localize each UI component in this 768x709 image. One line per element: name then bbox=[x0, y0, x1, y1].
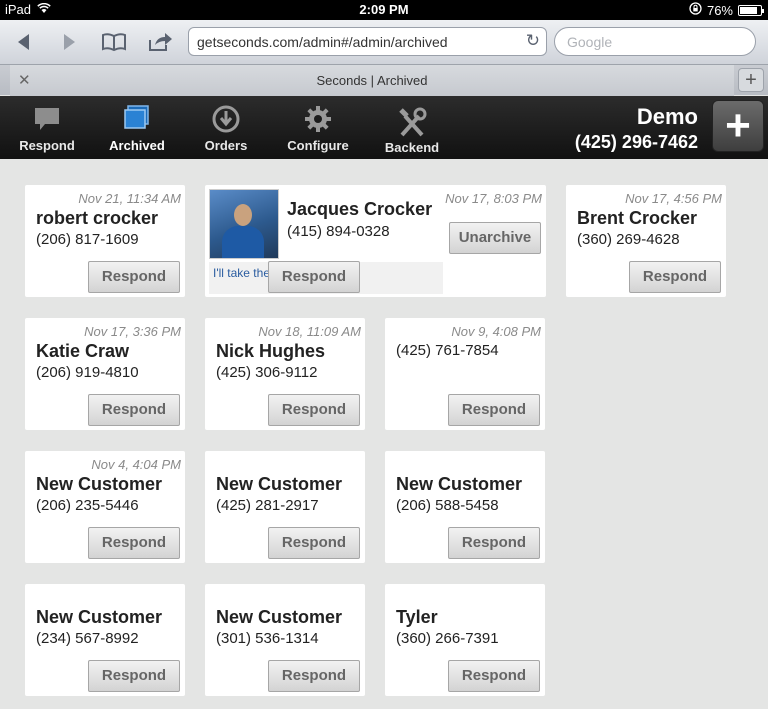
card-name: New Customer bbox=[216, 474, 343, 494]
customer-card[interactable]: Nov 18, 11:09 AM Nick Hughes (425) 306-9… bbox=[205, 318, 365, 430]
respond-button[interactable]: Respond bbox=[88, 660, 180, 692]
respond-button[interactable]: Respond bbox=[268, 527, 360, 559]
add-button[interactable]: + bbox=[712, 100, 764, 152]
tools-icon bbox=[372, 106, 452, 140]
url-field[interactable]: getseconds.com/admin#/admin/archived ↻ bbox=[188, 27, 547, 56]
gear-icon bbox=[278, 104, 358, 138]
card-name: New Customer bbox=[396, 474, 523, 494]
customer-card[interactable]: Nov 21, 11:34 AM robert crocker (206) 81… bbox=[25, 185, 185, 297]
app-header: Respond Archived Orders Configure Backen… bbox=[0, 96, 768, 159]
unarchive-button[interactable]: Unarchive bbox=[449, 222, 541, 254]
customer-card[interactable]: New Customer (425) 281-2917 Respond bbox=[205, 451, 365, 563]
respond-button[interactable]: Respond bbox=[448, 527, 540, 559]
tab-title: Seconds | Archived bbox=[316, 73, 428, 88]
rotation-lock-icon bbox=[689, 2, 702, 18]
nav-backend-label: Backend bbox=[384, 140, 440, 155]
card-phone: (206) 919-4810 bbox=[36, 364, 139, 381]
card-phone: (425) 281-2917 bbox=[216, 497, 319, 514]
customer-card[interactable]: Nov 17, 4:56 PM Brent Crocker (360) 269-… bbox=[566, 185, 726, 297]
nav-backend[interactable]: Backend bbox=[372, 106, 452, 155]
bookmarks-book-icon[interactable] bbox=[100, 28, 128, 56]
search-field[interactable]: Google bbox=[554, 27, 756, 56]
archive-stack-icon bbox=[97, 104, 177, 138]
customer-card[interactable]: New Customer (301) 536-1314 Respond bbox=[205, 584, 365, 696]
speech-bubble-icon bbox=[7, 104, 87, 138]
tab-current[interactable]: ✕ Seconds | Archived bbox=[10, 65, 734, 96]
card-phone: (360) 269-4628 bbox=[577, 231, 680, 248]
status-time: 2:09 PM bbox=[359, 2, 409, 17]
forward-arrow-icon[interactable] bbox=[55, 28, 83, 56]
nav-orders[interactable]: Orders bbox=[186, 104, 266, 153]
card-name: Jacques Crocker bbox=[287, 199, 433, 219]
respond-button[interactable]: Respond bbox=[88, 527, 180, 559]
card-timestamp: Nov 18, 11:09 AM bbox=[258, 324, 361, 339]
download-circle-icon bbox=[186, 104, 266, 138]
card-phone: (206) 588-5458 bbox=[396, 497, 499, 514]
card-name: New Customer bbox=[216, 607, 343, 627]
search-placeholder: Google bbox=[567, 34, 613, 50]
respond-button[interactable]: Respond bbox=[88, 261, 180, 293]
card-phone: (206) 817-1609 bbox=[36, 231, 139, 248]
nav-archived-label: Archived bbox=[109, 138, 165, 153]
share-icon[interactable] bbox=[146, 28, 174, 56]
card-phone: (206) 235-5446 bbox=[36, 497, 139, 514]
card-timestamp: Nov 21, 11:34 AM bbox=[78, 191, 181, 206]
customer-card[interactable]: Nov 4, 4:04 PM New Customer (206) 235-54… bbox=[25, 451, 185, 563]
nav-archived[interactable]: Archived bbox=[97, 104, 177, 153]
nav-orders-label: Orders bbox=[204, 138, 248, 153]
card-name: New Customer bbox=[36, 607, 163, 627]
customer-card[interactable]: New Customer (206) 588-5458 Respond bbox=[385, 451, 545, 563]
card-name: Brent Crocker bbox=[577, 208, 698, 228]
customer-avatar bbox=[209, 189, 279, 259]
card-phone: (425) 761-7854 bbox=[396, 342, 499, 359]
brand-phone: (425) 296-7462 bbox=[574, 132, 698, 152]
battery-percent: 76% bbox=[706, 2, 733, 18]
brand-block: Demo (425) 296-7462 bbox=[575, 104, 698, 153]
respond-button[interactable]: Respond bbox=[629, 261, 721, 293]
back-arrow-icon[interactable] bbox=[10, 28, 38, 56]
card-phone: (415) 894-0328 bbox=[287, 223, 390, 240]
respond-button[interactable]: Respond bbox=[88, 394, 180, 426]
plus-icon: + bbox=[725, 101, 751, 150]
new-tab-button[interactable]: + bbox=[738, 68, 764, 92]
archived-grid: Nov 21, 11:34 AM robert crocker (206) 81… bbox=[0, 159, 768, 709]
customer-card[interactable]: New Customer (234) 567-8992 Respond bbox=[25, 584, 185, 696]
card-phone: (360) 266-7391 bbox=[396, 630, 499, 647]
respond-button[interactable]: Respond bbox=[268, 394, 360, 426]
card-name: New Customer bbox=[36, 474, 163, 494]
card-phone: (425) 306-9112 bbox=[216, 364, 318, 381]
tab-bar: ✕ Seconds | Archived + bbox=[0, 64, 768, 96]
respond-button[interactable]: Respond bbox=[448, 394, 540, 426]
card-name: Tyler bbox=[396, 607, 438, 627]
card-timestamp: Nov 17, 4:56 PM bbox=[625, 191, 722, 206]
customer-card-with-message[interactable]: Nov 17, 8:03 PM Jacques Crocker (415) 89… bbox=[205, 185, 546, 297]
battery-icon bbox=[738, 4, 764, 16]
card-timestamp: Nov 17, 3:36 PM bbox=[84, 324, 181, 339]
customer-card[interactable]: Tyler (360) 266-7391 Respond bbox=[385, 584, 545, 696]
brand-name: Demo bbox=[636, 104, 698, 129]
browser-toolbar: getseconds.com/admin#/admin/archived ↻ G… bbox=[0, 20, 768, 64]
card-phone: (301) 536-1314 bbox=[216, 630, 319, 647]
nav-respond[interactable]: Respond bbox=[7, 104, 87, 153]
close-tab-icon[interactable]: ✕ bbox=[18, 65, 31, 96]
card-timestamp: Nov 9, 4:08 PM bbox=[451, 324, 541, 339]
respond-button[interactable]: Respond bbox=[268, 261, 360, 293]
customer-card[interactable]: Nov 9, 4:08 PM (425) 761-7854 Respond bbox=[385, 318, 545, 430]
respond-button[interactable]: Respond bbox=[448, 660, 540, 692]
card-phone: (234) 567-8992 bbox=[36, 630, 139, 647]
card-name: Katie Craw bbox=[36, 341, 130, 361]
respond-button[interactable]: Respond bbox=[268, 660, 360, 692]
card-timestamp: Nov 4, 4:04 PM bbox=[91, 457, 181, 472]
card-name: Nick Hughes bbox=[216, 341, 326, 361]
card-timestamp: Nov 17, 8:03 PM bbox=[445, 191, 542, 206]
card-name: robert crocker bbox=[36, 208, 159, 228]
nav-respond-label: Respond bbox=[19, 138, 75, 153]
reload-icon[interactable]: ↻ bbox=[526, 31, 540, 51]
status-bar: iPad 2:09 PM 76% bbox=[0, 0, 768, 20]
customer-card[interactable]: Nov 17, 3:36 PM Katie Craw (206) 919-481… bbox=[25, 318, 185, 430]
nav-configure[interactable]: Configure bbox=[278, 104, 358, 153]
url-text: getseconds.com/admin#/admin/archived bbox=[197, 34, 448, 50]
nav-configure-label: Configure bbox=[287, 138, 349, 153]
